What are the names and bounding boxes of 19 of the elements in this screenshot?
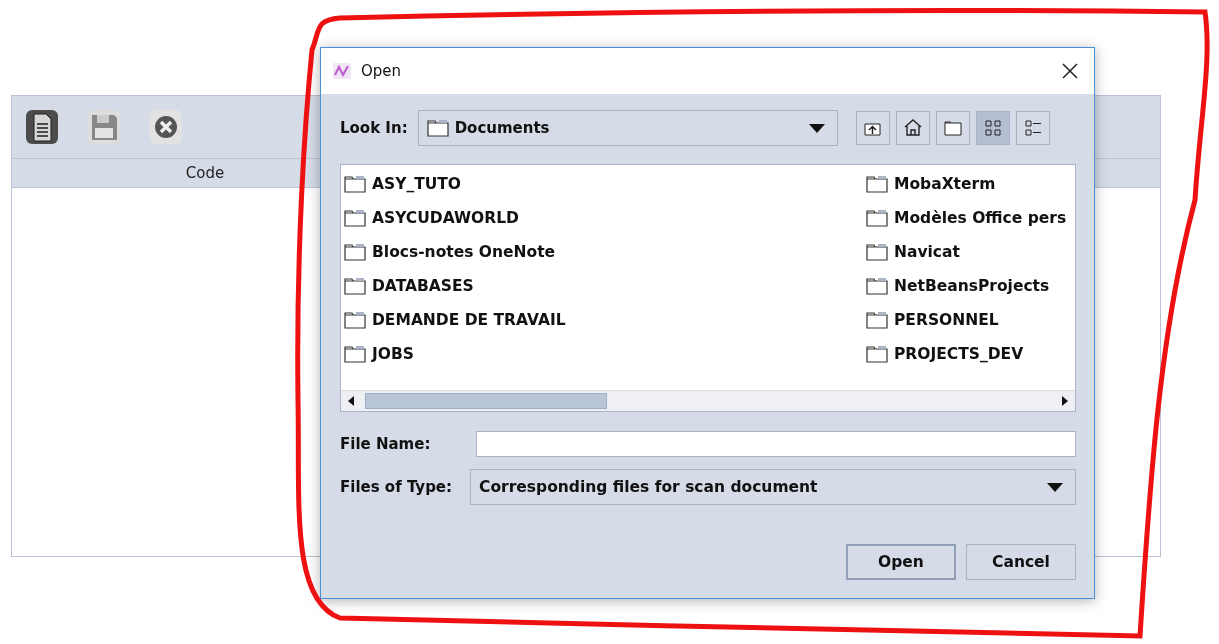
folder-item[interactable]: DATABASES [341, 269, 863, 303]
file-name-label: File Name: [340, 435, 431, 453]
file-type-label: Files of Type: [340, 478, 453, 496]
folder-item[interactable]: MobaXterm [863, 167, 1075, 201]
folder-item[interactable]: ASYCUDAWORLD [341, 201, 863, 235]
folder-item[interactable]: NetBeansProjects [863, 269, 1075, 303]
look-in-dropdown[interactable]: Documents [417, 110, 838, 146]
open-button[interactable]: Open [846, 544, 956, 580]
cancel-button[interactable]: Cancel [966, 544, 1076, 580]
look-in-label: Look In: [340, 119, 408, 137]
folder-item[interactable]: JOBS [341, 337, 863, 371]
folder-item[interactable]: Navicat [863, 235, 1075, 269]
folder-item[interactable]: PERSONNEL [863, 303, 1075, 337]
dialog-title: Open [361, 62, 403, 80]
file-type-dropdown[interactable]: Corresponding files for scan document [470, 469, 1076, 505]
folder-item[interactable]: Modèles Office pers [863, 201, 1075, 235]
folder-item[interactable]: Blocs-notes OneNote [341, 235, 863, 269]
folder-item[interactable]: PROJECTS_DEV [863, 337, 1075, 371]
folder-item[interactable]: DEMANDE DE TRAVAIL [341, 303, 863, 337]
